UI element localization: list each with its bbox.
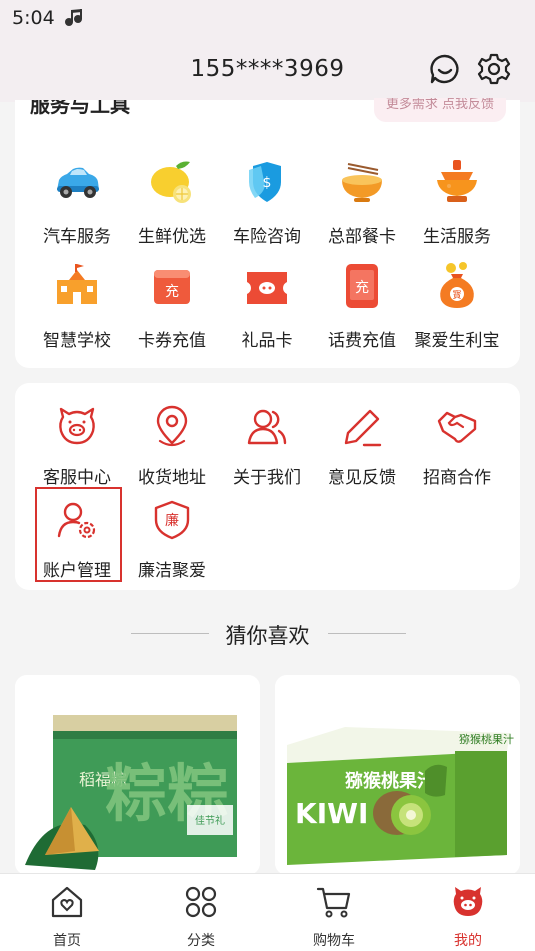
service-treasure[interactable]: 寳 聚爱生利宝: [409, 260, 505, 351]
handshake-icon: [437, 411, 477, 443]
phone-recharge-icon: 充: [346, 264, 378, 308]
account-management-highlight: [35, 487, 122, 582]
service-label: 生活服务: [423, 227, 491, 247]
pig-profile-icon: [453, 887, 483, 916]
menu-business[interactable]: 招商合作: [409, 405, 505, 488]
tab-category[interactable]: 分类: [134, 874, 268, 951]
status-bar: 5:04: [0, 0, 535, 38]
product-card-zongzi[interactable]: 稻福粽 粽粽 佳节礼: [15, 675, 260, 875]
menu-label: 意见反馈: [328, 468, 396, 488]
service-car[interactable]: 汽车服务: [29, 156, 125, 247]
bottom-tab-bar: 首页 分类 购物车 我的: [0, 873, 535, 951]
gift-card-icon: [247, 272, 287, 304]
section-title: 服务与工具: [30, 100, 130, 117]
noodle-bowl-icon: [342, 163, 382, 202]
service-school[interactable]: 智慧学校: [29, 260, 125, 351]
menu-label: 客服中心: [43, 468, 111, 488]
product-card-kiwi[interactable]: 猕猴桃果汁 KIWI 猕猴桃果汁: [275, 675, 520, 875]
school-icon: [57, 264, 97, 304]
service-label: 礼品卡: [241, 331, 293, 351]
tab-mine[interactable]: 我的: [401, 874, 535, 951]
svg-text:廉: 廉: [165, 512, 179, 529]
tab-cart[interactable]: 购物车: [267, 874, 401, 951]
gear-icon[interactable]: [477, 52, 511, 86]
service-coupon[interactable]: 充 卡券充值: [124, 260, 220, 351]
menu-shipping-address[interactable]: 收货地址: [124, 405, 220, 488]
service-label: 车险咨询: [233, 227, 301, 247]
cart-icon: [316, 887, 351, 918]
profile-header: 155****3969: [0, 38, 535, 102]
message-icon[interactable]: [428, 52, 462, 86]
tab-label: 我的: [454, 933, 482, 949]
treasure-bag-icon: 寳: [440, 262, 474, 308]
category-icon: [185, 886, 217, 918]
svg-text:猕猴桃果汁: 猕猴桃果汁: [459, 732, 514, 746]
menu-integrity[interactable]: 廉 廉洁聚爱: [124, 498, 220, 581]
music-app-icon: [65, 9, 82, 26]
menu-label: 廉洁聚爱: [138, 561, 206, 581]
service-label: 汽车服务: [43, 227, 111, 247]
svg-text:KIWI: KIWI: [295, 797, 368, 830]
shield-icon: $: [249, 162, 281, 202]
service-meal-card[interactable]: 总部餐卡: [314, 156, 410, 247]
service-label: 总部餐卡: [328, 227, 396, 247]
service-phone-recharge[interactable]: 充 话费充值: [314, 260, 410, 351]
tab-home[interactable]: 首页: [0, 874, 134, 951]
lemon-icon: [151, 161, 191, 203]
tab-label: 分类: [187, 933, 215, 949]
hotpot-icon: [437, 160, 477, 202]
menu-about-us[interactable]: 关于我们: [219, 405, 315, 488]
service-gift-card[interactable]: 礼品卡: [219, 260, 315, 351]
svg-text:佳节礼: 佳节礼: [195, 814, 225, 827]
product-image-zongzi: 稻福粽 粽粽 佳节礼: [15, 675, 260, 875]
service-life[interactable]: 生活服务: [409, 156, 505, 247]
home-icon: [51, 886, 83, 918]
service-label: 话费充值: [328, 331, 396, 351]
pencil-icon: [344, 409, 382, 447]
product-image-kiwi: 猕猴桃果汁 KIWI 猕猴桃果汁: [275, 675, 520, 875]
service-label: 生鲜优选: [138, 227, 206, 247]
tab-label: 首页: [53, 933, 81, 949]
menu-label: 招商合作: [423, 468, 491, 488]
menu-customer-service[interactable]: 客服中心: [29, 405, 125, 488]
menu-label: 关于我们: [233, 468, 301, 488]
service-fresh[interactable]: 生鲜优选: [124, 156, 220, 247]
location-pin-icon: [156, 405, 188, 447]
car-icon: [57, 167, 99, 198]
svg-text:猕猴桃果汁: 猕猴桃果汁: [345, 770, 435, 792]
svg-text:$: $: [263, 175, 272, 191]
menu-label: 收货地址: [138, 468, 206, 488]
svg-text:寳: 寳: [452, 289, 461, 301]
service-insurance[interactable]: $ 车险咨询: [219, 156, 315, 247]
tab-label: 购物车: [313, 933, 355, 949]
status-time: 5:04: [12, 7, 55, 29]
recommend-title: 猜你喜欢: [225, 624, 310, 648]
svg-text:充: 充: [355, 280, 369, 296]
service-label: 聚爱生利宝: [414, 331, 500, 351]
feedback-link[interactable]: 更多需求 点我反馈: [373, 98, 506, 122]
coupon-recharge-icon: 充: [154, 270, 190, 304]
service-label: 智慧学校: [43, 331, 111, 351]
pig-service-icon: [59, 407, 95, 445]
people-icon: [247, 409, 287, 445]
service-label: 卡券充值: [138, 331, 206, 351]
menu-feedback[interactable]: 意见反馈: [314, 405, 410, 488]
services-card: 服务与工具 更多需求 点我反馈 汽车服务 生鲜优选 $ 车险咨询 总部餐卡 生活…: [15, 98, 520, 368]
integrity-shield-icon: 廉: [154, 500, 190, 540]
svg-text:充: 充: [165, 284, 179, 300]
divider-right: [328, 633, 406, 634]
